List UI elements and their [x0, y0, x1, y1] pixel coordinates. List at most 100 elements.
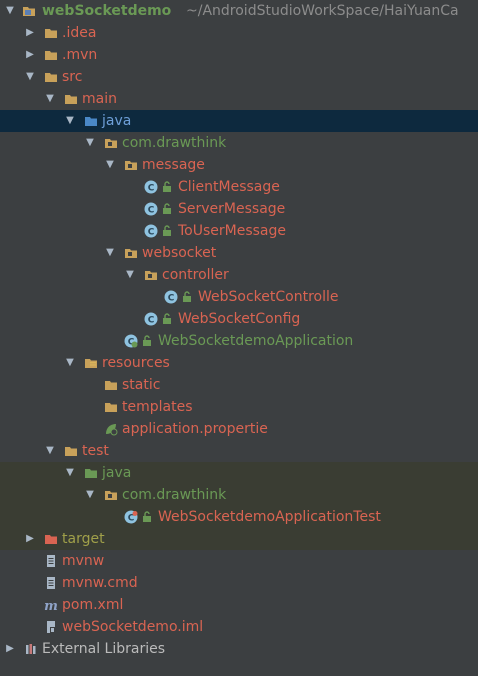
lock-icon — [183, 291, 191, 302]
chevron-down-icon[interactable]: ▼ — [4, 0, 16, 22]
node-label: target — [62, 531, 105, 547]
project-path: ~/AndroidStudioWorkSpace/HaiYuanCa — [186, 3, 459, 19]
chevron-down-icon[interactable]: ▼ — [64, 352, 76, 374]
chevron-down-icon[interactable]: ▼ — [124, 264, 136, 286]
node-label: pom.xml — [62, 597, 124, 613]
svg-text:C: C — [148, 206, 155, 216]
tree-row-message[interactable]: ▼ message — [0, 154, 478, 176]
tree-row-server-message[interactable]: C ServerMessage — [0, 198, 478, 220]
tree-row-package-test[interactable]: ▼ com.drawthink — [0, 484, 478, 506]
chevron-right-icon[interactable]: ▶ — [24, 44, 36, 66]
node-label: test — [82, 443, 109, 459]
tree-row-touser-message[interactable]: C ToUserMessage — [0, 220, 478, 242]
class-icon: C — [144, 224, 158, 238]
package-icon — [125, 161, 137, 170]
node-label: controller — [162, 267, 229, 283]
tree-row-idea[interactable]: ▶ .idea — [0, 22, 478, 44]
tree-row-client-message[interactable]: C ClientMessage — [0, 176, 478, 198]
source-folder-icon — [85, 117, 97, 126]
node-label: java — [102, 113, 132, 129]
chevron-right-icon[interactable]: ▶ — [24, 528, 36, 550]
lock-icon — [143, 511, 151, 522]
node-label: static — [122, 377, 161, 393]
test-source-folder-icon — [85, 469, 97, 478]
folder-icon — [105, 403, 117, 412]
package-icon — [125, 249, 137, 258]
test-class-icon: C — [124, 510, 138, 524]
node-label: mvnw — [62, 553, 105, 569]
class-icon: C — [164, 290, 178, 304]
folder-icon — [65, 95, 77, 104]
resources-folder-icon — [85, 359, 97, 368]
libraries-icon — [26, 644, 36, 654]
node-label: java — [102, 465, 132, 481]
tree-row-mvn[interactable]: ▶ .mvn — [0, 44, 478, 66]
tree-row-iml[interactable]: webSocketdemo.iml — [0, 616, 478, 638]
chevron-down-icon[interactable]: ▼ — [64, 462, 76, 484]
tree-row-templates[interactable]: templates — [0, 396, 478, 418]
node-label: WebSocketdemoApplication — [158, 333, 354, 349]
tree-row-java-test[interactable]: ▼ java — [0, 462, 478, 484]
package-icon — [105, 139, 117, 148]
node-label: main — [82, 91, 117, 107]
chevron-right-icon[interactable]: ▶ — [4, 638, 16, 660]
tree-row-pom[interactable]: m pom.xml — [0, 594, 478, 616]
lock-icon — [163, 181, 171, 192]
node-label: .idea — [62, 25, 97, 41]
spring-leaf-icon — [106, 424, 118, 436]
folder-icon — [105, 381, 117, 390]
project-name: webSocketdemo — [42, 3, 172, 19]
tree-row-mvnw-cmd[interactable]: mvnw.cmd — [0, 572, 478, 594]
tree-row-package-main[interactable]: ▼ com.drawthink — [0, 132, 478, 154]
folder-icon — [45, 73, 57, 82]
tree-row-resources[interactable]: ▼ resources — [0, 352, 478, 374]
tree-row-ws-config[interactable]: C WebSocketConfig — [0, 308, 478, 330]
tree-row-target[interactable]: ▶ target — [0, 528, 478, 550]
tree-row-websocket[interactable]: ▼ websocket — [0, 242, 478, 264]
class-icon: C — [144, 180, 158, 194]
chevron-down-icon[interactable]: ▼ — [84, 132, 96, 154]
chevron-down-icon[interactable]: ▼ — [84, 484, 96, 506]
maven-icon: m — [44, 599, 58, 612]
tree-row-external-libraries[interactable]: ▶ External Libraries — [0, 638, 478, 660]
chevron-right-icon[interactable]: ▶ — [24, 22, 36, 44]
chevron-down-icon[interactable]: ▼ — [64, 110, 76, 132]
node-label: templates — [122, 399, 193, 415]
tree-row-java-main[interactable]: ▼ java — [0, 110, 478, 132]
svg-text:C: C — [168, 294, 175, 304]
node-label: External Libraries — [42, 641, 165, 657]
node-label: com.drawthink — [122, 487, 227, 503]
tree-row-project-root[interactable]: ▼ webSocketdemo ~/AndroidStudioWorkSpace… — [0, 0, 478, 22]
tree-row-application-tests[interactable]: C WebSocketdemoApplicationTest — [0, 506, 478, 528]
node-label: mvnw.cmd — [62, 575, 138, 591]
svg-text:C: C — [148, 184, 155, 194]
tree-row-static[interactable]: static — [0, 374, 478, 396]
tree-row-application-properties[interactable]: application.propertie — [0, 418, 478, 440]
class-icon: C — [144, 202, 158, 216]
folder-icon — [45, 29, 57, 38]
folder-icon — [65, 447, 77, 456]
chevron-down-icon[interactable]: ▼ — [44, 88, 56, 110]
tree-row-mvnw[interactable]: mvnw — [0, 550, 478, 572]
tree-row-application[interactable]: C WebSocketdemoApplication — [0, 330, 478, 352]
tree-row-test[interactable]: ▼ test — [0, 440, 478, 462]
tree-row-main[interactable]: ▼ main — [0, 88, 478, 110]
chevron-down-icon[interactable]: ▼ — [104, 242, 116, 264]
lock-icon — [163, 225, 171, 236]
chevron-down-icon[interactable]: ▼ — [44, 440, 56, 462]
tree-row-ws-controller[interactable]: C WebSocketControlle — [0, 286, 478, 308]
node-label: ToUserMessage — [178, 223, 287, 239]
tree-row-controller[interactable]: ▼ controller — [0, 264, 478, 286]
package-icon — [105, 491, 117, 500]
class-icon: C — [144, 312, 158, 326]
node-label: .mvn — [62, 47, 98, 63]
node-label: websocket — [142, 245, 217, 261]
node-label: application.propertie — [122, 421, 268, 437]
tree-row-src[interactable]: ▼ src — [0, 66, 478, 88]
node-label: com.drawthink — [122, 135, 227, 151]
node-label: WebSocketControlle — [198, 289, 339, 305]
chevron-down-icon[interactable]: ▼ — [24, 66, 36, 88]
chevron-down-icon[interactable]: ▼ — [104, 154, 116, 176]
lock-icon — [163, 313, 171, 324]
text-file-icon — [47, 577, 55, 589]
